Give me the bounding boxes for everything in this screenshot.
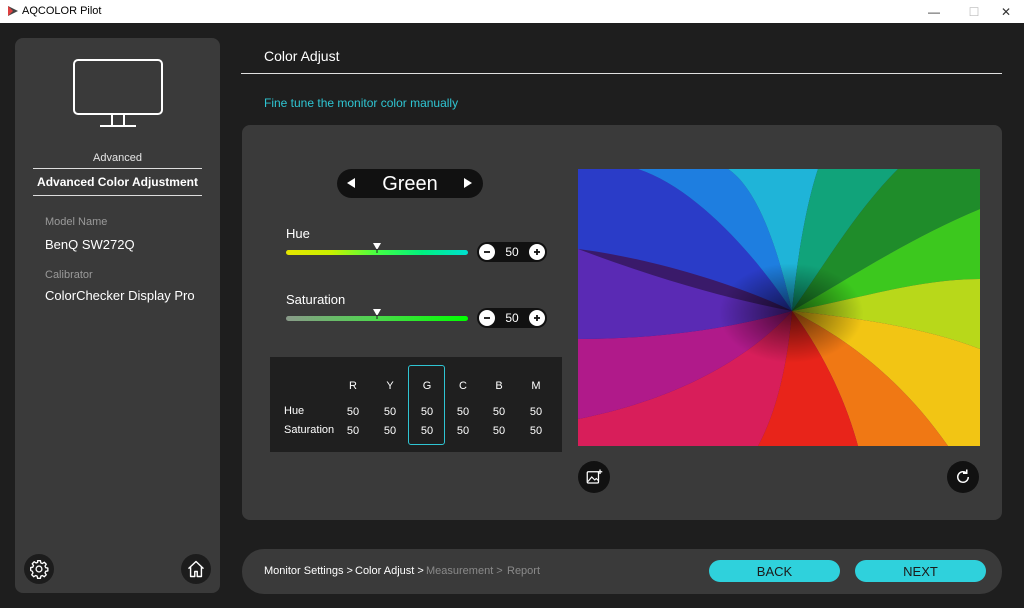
table-cell: 50 [420,406,434,418]
column-header-m[interactable]: M [524,380,548,392]
breadcrumb-color-adjust[interactable]: Color Adjust > [355,565,424,577]
table-cell: 50 [420,425,434,437]
breadcrumb-measurement: Measurement > [426,565,503,577]
table-cell: 50 [529,425,543,437]
saturation-slider-thumb[interactable] [373,309,381,319]
sidebar: Advanced Advanced Color Adjustment Model… [15,38,220,593]
close-button[interactable]: ✕ [989,0,1023,23]
saturation-label: Saturation [286,292,346,307]
table-cell: 50 [492,406,506,418]
calibrator-value: ColorChecker Display Pro [45,288,195,303]
preview-image [578,169,980,446]
hue-slider-thumb[interactable] [373,243,381,253]
table-cell: 50 [529,406,543,418]
table-cell: 50 [456,406,470,418]
hue-stepper: 50 [477,242,547,262]
plus-icon [534,249,540,255]
reset-button[interactable] [947,461,979,493]
home-button[interactable] [181,554,211,584]
minus-icon [484,251,490,253]
row-label-saturation: Saturation [284,424,335,436]
mode-title: Advanced Color Adjustment [33,168,202,196]
hue-decrease-button[interactable] [479,244,495,260]
hue-value: 50 [505,245,519,259]
window-title: AQCOLOR Pilot [22,5,102,17]
minus-icon [484,317,490,319]
column-header-g[interactable]: G [415,380,439,392]
model-name-label: Model Name [45,216,108,228]
page-title: Color Adjust [264,48,340,64]
title-divider [241,73,1002,74]
column-header-b[interactable]: B [487,380,511,392]
row-label-hue: Hue [284,405,305,417]
app-logo-icon [8,6,18,16]
monitor-icon [73,59,163,127]
column-header-c[interactable]: C [451,380,475,392]
settings-button[interactable] [24,554,54,584]
title-bar: AQCOLOR Pilot — ☐ ✕ [0,0,1024,23]
saturation-value: 50 [505,311,519,325]
saturation-increase-button[interactable] [529,310,545,326]
table-cell: 50 [456,425,470,437]
minimize-button[interactable]: — [917,0,951,23]
page-subtitle: Fine tune the monitor color manually [264,96,459,110]
table-cell: 50 [346,406,360,418]
add-image-icon [586,469,603,484]
saturation-stepper: 50 [477,308,547,328]
color-selector: Green [337,169,483,198]
home-icon [188,560,204,578]
column-header-y[interactable]: Y [378,380,402,392]
add-image-button[interactable] [578,461,610,493]
back-button[interactable]: BACK [709,560,840,582]
table-cell: 50 [492,425,506,437]
column-header-r[interactable]: R [341,380,365,392]
hue-label: Hue [286,226,310,241]
gear-icon [30,560,49,579]
saturation-decrease-button[interactable] [479,310,495,326]
breadcrumb-report: Report [507,565,541,577]
next-color-arrow-icon[interactable] [461,176,475,190]
table-cell: 50 [383,406,397,418]
plus-icon [534,315,540,321]
table-cell: 50 [346,425,360,437]
model-name-value: BenQ SW272Q [45,237,135,252]
reset-icon [957,469,969,483]
maximize-button[interactable]: ☐ [957,0,991,23]
breadcrumb-monitor-settings[interactable]: Monitor Settings > [264,565,353,577]
hue-increase-button[interactable] [529,244,545,260]
calibrator-label: Calibrator [45,269,93,281]
mode-label: Advanced [93,152,142,164]
table-cell: 50 [383,425,397,437]
next-button[interactable]: NEXT [855,560,986,582]
